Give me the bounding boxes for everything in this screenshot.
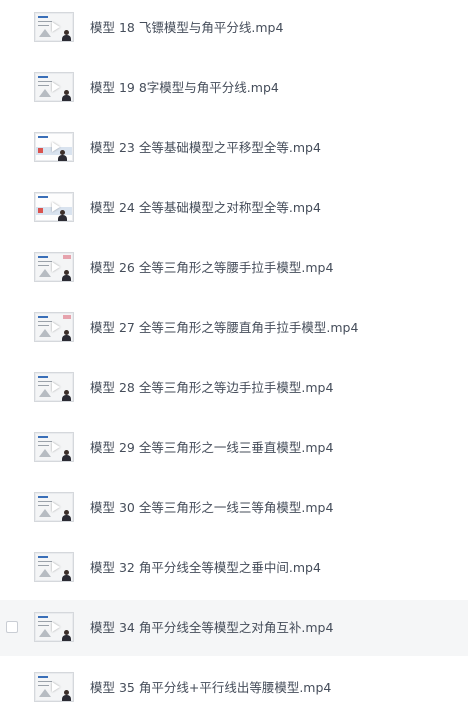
video-thumbnail-icon[interactable] — [34, 12, 74, 42]
file-row[interactable]: 模型 34 角平分线全等模型之对角互补.mp4 — [0, 600, 468, 656]
video-thumbnail-icon[interactable] — [34, 72, 74, 102]
file-row[interactable]: 模型 19 8字模型与角平分线.mp4 — [0, 60, 468, 116]
file-name[interactable]: 模型 28 全等三角形之等边手拉手模型.mp4 — [90, 360, 333, 416]
file-name[interactable]: 模型 34 角平分线全等模型之对角互补.mp4 — [90, 600, 333, 656]
file-name[interactable]: 模型 27 全等三角形之等腰直角手拉手模型.mp4 — [90, 300, 358, 356]
file-row[interactable]: 模型 30 全等三角形之一线三等角模型.mp4 — [0, 480, 468, 536]
file-row[interactable]: 模型 28 全等三角形之等边手拉手模型.mp4 — [0, 360, 468, 416]
file-name[interactable]: 模型 24 全等基础模型之对称型全等.mp4 — [90, 180, 321, 236]
file-row[interactable]: 模型 29 全等三角形之一线三垂直模型.mp4 — [0, 420, 468, 476]
video-thumbnail-icon[interactable] — [34, 132, 74, 162]
file-row[interactable]: 模型 27 全等三角形之等腰直角手拉手模型.mp4 — [0, 300, 468, 356]
video-thumbnail-icon[interactable] — [34, 252, 74, 282]
video-thumbnail-icon[interactable] — [34, 192, 74, 222]
video-thumbnail-icon[interactable] — [34, 672, 74, 702]
file-row[interactable]: 模型 23 全等基础模型之平移型全等.mp4 — [0, 120, 468, 176]
file-name[interactable]: 模型 18 飞镖模型与角平分线.mp4 — [90, 0, 283, 56]
file-name[interactable]: 模型 32 角平分线全等模型之垂中间.mp4 — [90, 540, 321, 596]
file-row[interactable]: 模型 32 角平分线全等模型之垂中间.mp4 — [0, 540, 468, 596]
video-thumbnail-icon[interactable] — [34, 492, 74, 522]
video-thumbnail-icon[interactable] — [34, 612, 74, 642]
file-name[interactable]: 模型 23 全等基础模型之平移型全等.mp4 — [90, 120, 321, 176]
file-name[interactable]: 模型 19 8字模型与角平分线.mp4 — [90, 60, 279, 116]
file-list: 模型 18 飞镖模型与角平分线.mp4 模型 19 8字模型与角平分线.mp4 … — [0, 0, 468, 717]
file-name[interactable]: 模型 26 全等三角形之等腰手拉手模型.mp4 — [90, 240, 333, 296]
file-name[interactable]: 模型 35 角平分线+平行线出等腰模型.mp4 — [90, 660, 331, 716]
file-name[interactable]: 模型 30 全等三角形之一线三等角模型.mp4 — [90, 480, 333, 536]
video-thumbnail-icon[interactable] — [34, 552, 74, 582]
file-row[interactable]: 模型 24 全等基础模型之对称型全等.mp4 — [0, 180, 468, 236]
video-thumbnail-icon[interactable] — [34, 432, 74, 462]
row-checkbox[interactable] — [6, 621, 18, 633]
video-thumbnail-icon[interactable] — [34, 312, 74, 342]
file-row[interactable]: 模型 26 全等三角形之等腰手拉手模型.mp4 — [0, 240, 468, 296]
file-name[interactable]: 模型 29 全等三角形之一线三垂直模型.mp4 — [90, 420, 333, 476]
file-row[interactable]: 模型 35 角平分线+平行线出等腰模型.mp4 — [0, 660, 468, 716]
video-thumbnail-icon[interactable] — [34, 372, 74, 402]
file-row[interactable]: 模型 18 飞镖模型与角平分线.mp4 — [0, 0, 468, 56]
